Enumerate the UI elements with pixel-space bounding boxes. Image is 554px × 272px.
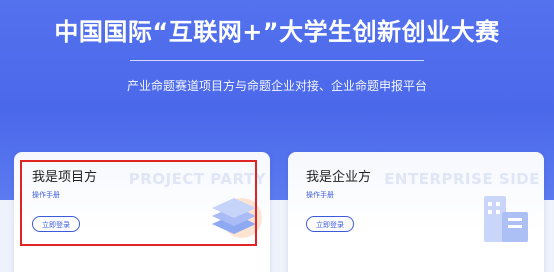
page-title: 中国国际“互联网+”大学生创新创业大赛 [54,18,500,46]
login-button[interactable]: 立即登录 [306,216,354,232]
card-title: 我是项目方 [32,170,98,185]
title-divider [130,60,424,61]
manual-link[interactable]: 操作手册 [32,190,60,200]
card-watermark: ENTERPRISE SIDE [384,170,540,188]
project-party-card: PROJECT PARTY 我是项目方 操作手册 立即登录 [14,152,270,272]
card-title: 我是企业方 [306,170,372,185]
page-subtitle: 产业命题赛道项目方与命题企业对接、企业命题申报平台 [126,79,427,93]
manual-link[interactable]: 操作手册 [306,190,334,200]
login-button[interactable]: 立即登录 [32,216,80,232]
card-watermark: PROJECT PARTY [128,170,266,188]
stacked-layers-icon [212,198,262,238]
office-building-icon [484,196,528,242]
enterprise-side-card: ENTERPRISE SIDE 我是企业方 操作手册 立即登录 [288,152,544,272]
